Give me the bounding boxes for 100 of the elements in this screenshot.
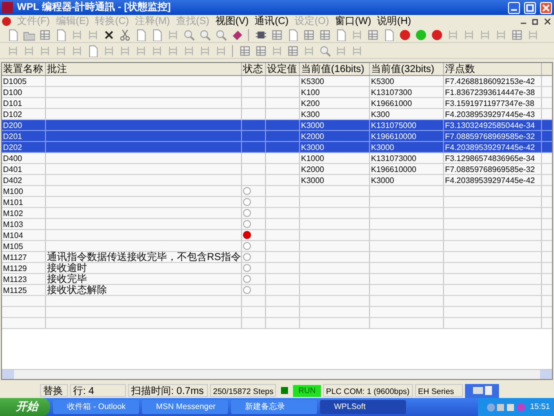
table-cell: D100: [3, 86, 22, 98]
column-header[interactable]: 批注: [46, 63, 242, 75]
child-close-button[interactable]: [542, 16, 552, 26]
grid-icon[interactable]: [254, 44, 267, 57]
magnifier-icon[interactable]: [182, 28, 195, 41]
taskbar-button[interactable]: 新建备忘录: [231, 400, 317, 414]
table-cell: D200: [3, 120, 22, 130]
close-button[interactable]: [540, 2, 552, 14]
taskbar-button[interactable]: 收件箱 - Outlook: [53, 400, 139, 414]
page-icon[interactable]: [150, 28, 163, 41]
table-row[interactable]: M1125 接收状态解除: [2, 285, 552, 296]
stop-circle-icon[interactable]: [430, 28, 443, 41]
table-row[interactable]: D201 K2000 K196610000 F7.08859768969585e-32: [2, 131, 552, 142]
ladder-icon[interactable]: [446, 28, 459, 41]
column-header[interactable]: 设定值: [266, 63, 300, 75]
run-circle-icon[interactable]: [414, 28, 427, 41]
table-row[interactable]: D102 K300 K300 F4.20389539297445e-43: [2, 109, 552, 120]
table-row[interactable]: M1127 通讯指令数据传送接收完毕，不包含RS指令: [2, 252, 552, 263]
ladder-icon[interactable]: [334, 44, 347, 57]
table-row[interactable]: D200 K3000 K131075000 F3.13032492585044e-34: [2, 120, 552, 131]
ladder-icon[interactable]: [494, 28, 507, 41]
horizontal-scrollbar[interactable]: [2, 369, 552, 379]
edit-mode-text: 替换: [40, 384, 68, 397]
ladder-icon[interactable]: [70, 28, 83, 41]
cross-icon[interactable]: [102, 28, 115, 41]
page-icon[interactable]: [6, 28, 19, 41]
table-cell: M104: [3, 230, 24, 240]
table-cell: K100: [301, 86, 320, 98]
menu-item[interactable]: 视图(V): [212, 14, 252, 28]
grid-icon[interactable]: [302, 28, 315, 41]
grid-icon[interactable]: [286, 44, 299, 57]
table-cell: F7.08859768969585e-32: [445, 164, 535, 174]
scissors-icon[interactable]: [118, 28, 131, 41]
column-header[interactable]: 装置名称: [2, 63, 46, 75]
column-header[interactable]: 当前值(32bits): [370, 63, 444, 75]
close-icon: [542, 16, 552, 26]
magnifier-icon[interactable]: [318, 44, 331, 57]
ladder-icon[interactable]: [302, 44, 315, 57]
menu-item[interactable]: 通讯(C): [252, 14, 292, 28]
table-cell: M1125: [3, 284, 27, 296]
column-header[interactable]: 浮点数: [444, 63, 542, 75]
ladder-icon[interactable]: [462, 28, 475, 41]
column-header[interactable]: 当前值(16bits): [300, 63, 370, 75]
table-cell: K3000: [371, 174, 394, 186]
magnifier-icon[interactable]: [198, 28, 211, 41]
ladder-icon[interactable]: [478, 28, 491, 41]
ladder-icon[interactable]: [350, 28, 363, 41]
table-row[interactable]: M105: [2, 241, 552, 252]
table-cell: D401: [3, 164, 22, 174]
magnifier-icon[interactable]: [214, 28, 227, 41]
menu-item[interactable]: 窗口(W): [332, 14, 374, 28]
ladder-icon[interactable]: [166, 28, 179, 41]
column-header[interactable]: 状态: [242, 63, 266, 75]
table-row[interactable]: M101: [2, 197, 552, 208]
stop-circle-icon[interactable]: [398, 28, 411, 41]
steps-text: 250/15872 Steps: [210, 384, 276, 397]
ladder-icon[interactable]: [54, 44, 67, 57]
grid-icon[interactable]: [366, 28, 379, 41]
page-icon[interactable]: [382, 28, 395, 41]
page-icon[interactable]: [54, 28, 67, 41]
table-row[interactable]: M103: [2, 219, 552, 230]
table-row[interactable]: M104: [2, 230, 552, 241]
ladder-icon[interactable]: [166, 44, 179, 57]
table-row[interactable]: D101 K200 K19661000 F3.15919711977347e-38: [2, 98, 552, 109]
taskbar-button[interactable]: WPLSoft: [320, 400, 406, 414]
ladder-icon[interactable]: [150, 44, 163, 57]
grid-icon[interactable]: [38, 28, 51, 41]
ladder-icon[interactable]: [38, 44, 51, 57]
ladder-icon[interactable]: [70, 44, 83, 57]
page-icon[interactable]: [286, 28, 299, 41]
grid-icon[interactable]: [270, 28, 283, 41]
ladder-icon[interactable]: [6, 44, 19, 57]
table-cell: K131073000: [371, 152, 416, 164]
maximize-button[interactable]: [524, 2, 536, 14]
ladder-icon[interactable]: [198, 44, 211, 57]
table-row[interactable]: M102: [2, 208, 552, 219]
table-cell: K196610000: [371, 130, 416, 142]
ladder-icon[interactable]: [182, 44, 195, 57]
menu-item[interactable]: 说明(H): [374, 14, 414, 28]
table-row[interactable]: D401 K2000 K196610000 F7.08859768969585e-32: [2, 164, 552, 175]
table-row[interactable]: D202 K3000 K3000 F4.20389539297445e-42: [2, 142, 552, 153]
table-row[interactable]: D400 K1000 K131073000 F3.12986574836965e-34: [2, 153, 552, 164]
table-row[interactable]: M1123 接收完毕: [2, 274, 552, 285]
table-row[interactable]: M1129 接收逾时: [2, 263, 552, 274]
page-icon[interactable]: [334, 28, 347, 41]
table-row[interactable]: D1005 K5300 K5300 F7.42688186092153e-42: [2, 76, 552, 87]
page-icon[interactable]: [134, 28, 147, 41]
table-row[interactable]: D402 K3000 K3000 F4.20389539297445e-42: [2, 175, 552, 186]
table-row[interactable]: M100: [2, 186, 552, 197]
window-title: WPL 编程器-計時通訊 - [状態监控]: [17, 0, 171, 15]
table-row[interactable]: D100 K100 K13107300 F1.83672393614447e-38: [2, 87, 552, 98]
taskbar-button[interactable]: MSN Messenger: [142, 400, 228, 414]
table-cell: 通讯指令数据传送接收完毕，不包含RS指令: [47, 252, 241, 262]
grid-icon[interactable]: [238, 44, 251, 57]
grid-icon[interactable]: [318, 28, 331, 41]
ladder-icon[interactable]: [22, 44, 35, 57]
ladder-icon[interactable]: [350, 44, 363, 57]
child-restore-button[interactable]: [530, 16, 540, 26]
table-cell: F4.20389539297445e-43: [445, 108, 535, 120]
minimize-button[interactable]: [508, 2, 520, 14]
